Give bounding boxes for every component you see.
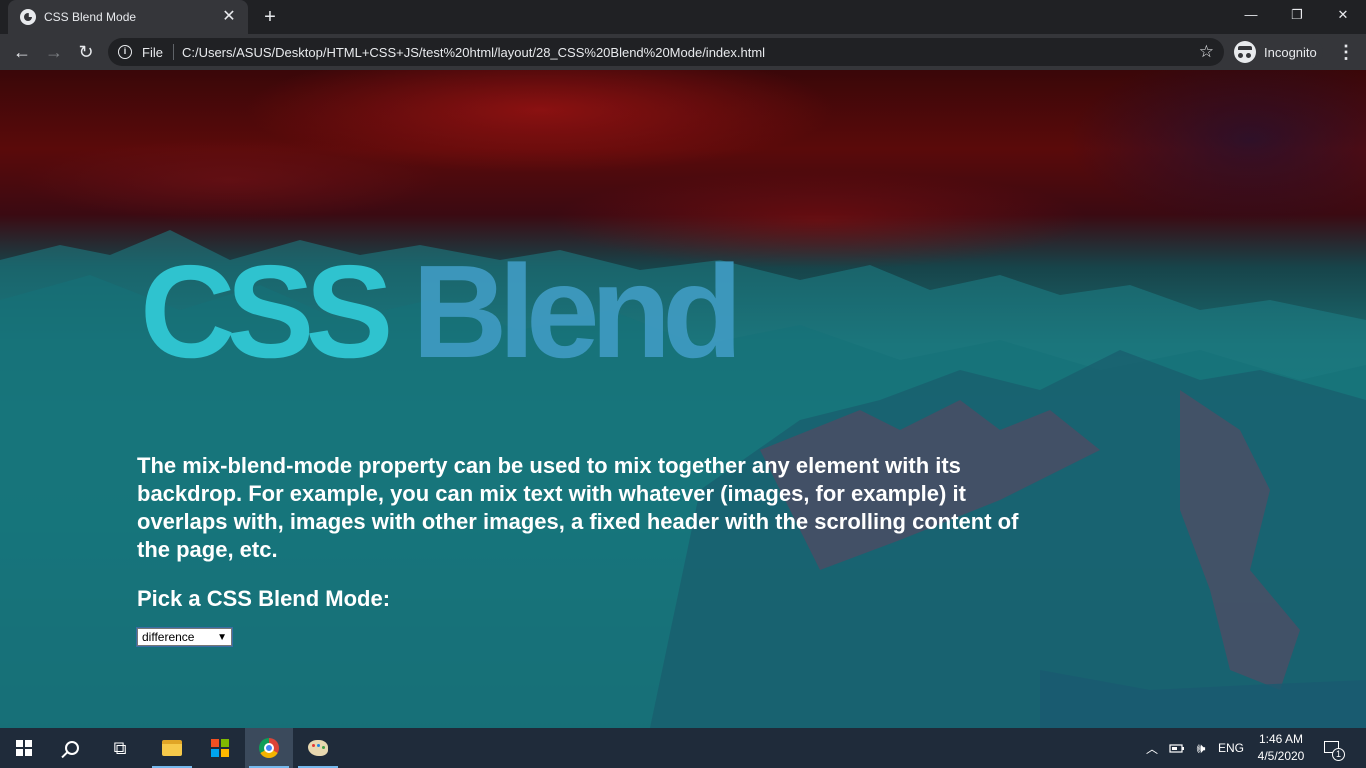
blend-mode-label: Pick a CSS Blend Mode: xyxy=(137,586,391,611)
reload-button[interactable]: ↻ xyxy=(72,38,100,66)
address-separator xyxy=(172,44,174,60)
volume-icon[interactable]: 🕪 xyxy=(1190,728,1212,768)
battery-icon[interactable] xyxy=(1166,728,1188,768)
description-paragraph: The mix-blend-mode property can be used … xyxy=(137,453,1019,562)
microsoft-store-button[interactable] xyxy=(196,728,244,768)
paint-palette-icon xyxy=(308,740,328,756)
address-bar[interactable]: i File C:/Users/ASUS/Desktop/HTML+CSS+JS… xyxy=(108,38,1224,66)
globe-icon xyxy=(20,9,36,25)
clock-time: 1:46 AM xyxy=(1258,732,1304,746)
forward-button[interactable]: → xyxy=(40,38,68,66)
close-window-button[interactable]: ✕ xyxy=(1320,0,1366,30)
clock-date: 4/5/2020 xyxy=(1257,749,1305,763)
action-center-button[interactable]: 1 xyxy=(1318,736,1345,761)
windows-logo-icon xyxy=(16,740,32,756)
notification-count-badge: 1 xyxy=(1332,748,1345,761)
blend-mode-select[interactable]: difference ▼ xyxy=(136,627,233,647)
task-view-icon: ⧉ xyxy=(113,737,127,758)
incognito-icon xyxy=(1234,41,1256,63)
select-value: difference xyxy=(142,630,195,644)
page-content: CSS Blend The mix-blend-mode property ca… xyxy=(0,70,1366,728)
start-button[interactable] xyxy=(0,728,48,768)
back-button[interactable]: ← xyxy=(8,38,36,66)
heading-blend-word: Blend xyxy=(412,238,743,385)
tab-css-blend-mode[interactable]: CSS Blend Mode ✕ xyxy=(8,0,248,34)
tab-title: CSS Blend Mode xyxy=(44,10,137,24)
url-text[interactable]: C:/Users/ASUS/Desktop/HTML+CSS+JS/test%2… xyxy=(182,45,1199,60)
store-icon xyxy=(211,739,229,757)
file-explorer-button[interactable] xyxy=(148,728,196,768)
search-button[interactable] xyxy=(48,728,96,768)
taskbar-clock[interactable]: 1:46 AM 4/5/2020 xyxy=(1250,731,1312,765)
paint-taskbar-button[interactable] xyxy=(294,728,342,768)
bookmark-star-icon[interactable]: ☆ xyxy=(1199,42,1214,62)
page-heading: CSS Blend xyxy=(140,246,743,378)
windows-taskbar: ⧉ ︿ 🕪 ENG 1:46 AM 4/5/2020 1 xyxy=(0,728,1366,768)
incognito-label: Incognito xyxy=(1264,44,1317,60)
minimize-button[interactable]: — xyxy=(1228,0,1274,30)
language-indicator[interactable]: ENG xyxy=(1214,728,1248,768)
heading-css-word: CSS xyxy=(140,238,393,385)
search-icon xyxy=(65,741,79,755)
incognito-profile-button[interactable]: Incognito xyxy=(1232,39,1323,65)
chrome-icon xyxy=(259,738,279,758)
dropdown-arrow-icon: ▼ xyxy=(217,631,227,643)
url-scheme-label: File xyxy=(142,44,163,60)
browser-title-bar: CSS Blend Mode ✕ + — ❐ ✕ xyxy=(0,0,1366,34)
new-tab-button[interactable]: + xyxy=(258,6,282,30)
tab-close-button[interactable]: ✕ xyxy=(220,8,238,26)
task-view-button[interactable]: ⧉ xyxy=(96,728,144,768)
folder-icon xyxy=(162,740,182,756)
chrome-taskbar-button[interactable] xyxy=(245,728,293,768)
restore-button[interactable]: ❐ xyxy=(1274,0,1320,30)
tray-chevron-icon[interactable]: ︿ xyxy=(1142,728,1162,768)
browser-toolbar: ← → ↻ i File C:/Users/ASUS/Desktop/HTML+… xyxy=(0,34,1366,70)
browser-menu-button[interactable]: ⋮ xyxy=(1334,38,1358,66)
info-icon[interactable]: i xyxy=(118,45,132,59)
